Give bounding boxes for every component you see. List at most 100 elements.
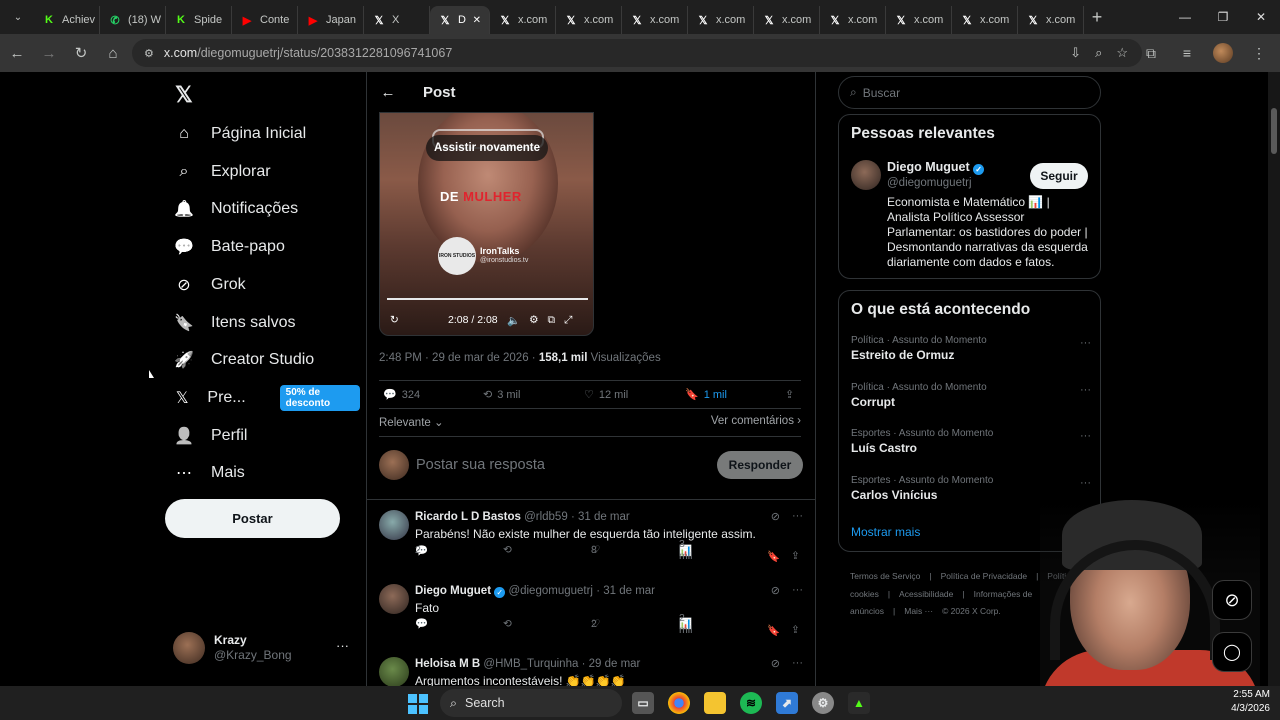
reply-tweet[interactable]: Ricardo L D Bastos @rldb59 · 31 de mar ⊘ ·… xyxy=(367,510,815,582)
more-dots-icon[interactable]: ··· xyxy=(1080,430,1091,442)
browser-tab[interactable]: 𝕏x.com xyxy=(1018,6,1084,34)
browser-tab[interactable]: 𝕏x.com xyxy=(886,6,952,34)
reply-input[interactable]: Postar sua resposta xyxy=(416,457,545,473)
reload-button[interactable]: ↻ xyxy=(66,38,96,68)
account-switcher[interactable]: Krazy @Krazy_Bong ··· xyxy=(173,630,353,666)
video-player[interactable]: Assistir novamente DE MULHER IRON STUDIO… xyxy=(379,112,594,336)
browser-tab[interactable]: K Achiev xyxy=(34,6,100,34)
profile-avatar[interactable] xyxy=(1210,38,1236,68)
chrome-icon[interactable] xyxy=(668,692,690,714)
app-icon[interactable]: ⬈ xyxy=(776,692,798,714)
fullscreen-icon[interactable]: ⤢ xyxy=(564,314,572,327)
footer-link[interactable]: © 2026 X Corp. xyxy=(942,606,1001,616)
x-logo-icon[interactable]: 𝕏 xyxy=(175,82,193,108)
site-info-icon[interactable]: ⚙ xyxy=(144,47,154,60)
browser-tab[interactable]: 𝕏x.com xyxy=(490,6,556,34)
replay-icon[interactable]: ↻ xyxy=(390,314,399,326)
search-input[interactable]: ⌕ Buscar xyxy=(838,76,1101,109)
sidebar-item-home[interactable]: ⌂ Página Inicial xyxy=(173,118,306,150)
address-bar[interactable]: ⚙ x.com/diegomuguetrj/status/20383122810… xyxy=(132,39,1142,67)
browser-tab[interactable]: ▶ Conte xyxy=(232,6,298,34)
spotify-icon[interactable]: ≋ xyxy=(740,692,762,714)
minimize-button[interactable]: — xyxy=(1166,0,1204,34)
task-view-icon[interactable]: ▭ xyxy=(632,692,654,714)
app-icon[interactable]: ▲ xyxy=(848,692,870,714)
reply-tweet[interactable]: Heloisa M B @HMB_Turquinha · 29 de mar ⊘ ·… xyxy=(367,657,815,686)
bookmark-icon[interactable]: 🔖 xyxy=(767,624,780,637)
trend-item[interactable]: Política · Assunto do Momento Corrupt ··· xyxy=(851,382,1091,409)
browser-tab[interactable]: 𝕏 D ✕ xyxy=(430,6,490,34)
sidebar-item-more-circle[interactable]: ⋯ Mais xyxy=(173,457,245,489)
browser-menu-icon[interactable]: ⋮ xyxy=(1246,38,1272,68)
new-tab-button[interactable]: + xyxy=(1084,7,1110,28)
avatar[interactable] xyxy=(379,657,409,686)
footer-link[interactable]: Acessibilidade xyxy=(899,589,953,599)
browser-tab[interactable]: 𝕏x.com xyxy=(820,6,886,34)
back-arrow-icon[interactable]: ← xyxy=(369,84,407,101)
trend-item[interactable]: Política · Assunto do Momento Estreito de… xyxy=(851,335,1091,362)
extensions-icon[interactable]: ⧉ xyxy=(1138,38,1164,68)
footer-link[interactable]: Mais ··· xyxy=(904,606,933,616)
browser-tab[interactable]: 𝕏x.com xyxy=(688,6,754,34)
avatar[interactable] xyxy=(379,510,409,540)
system-clock[interactable]: 2:55 AM 4/3/2026 xyxy=(1231,688,1270,716)
back-button[interactable]: ← xyxy=(2,38,32,68)
trend-item[interactable]: Esportes · Assunto do Momento Carlos Viní… xyxy=(851,475,1091,502)
video-progress-bar[interactable] xyxy=(387,298,588,300)
more-dots-icon[interactable]: ··· xyxy=(1080,337,1091,349)
settings-icon[interactable]: ⚙ xyxy=(529,314,538,327)
taskbar-search[interactable]: ⌕ Search xyxy=(440,689,622,717)
repost-action[interactable]: ⟲ 3 mil xyxy=(483,388,520,402)
more-dots-icon[interactable]: ··· xyxy=(792,584,803,597)
premium-discount-badge[interactable]: 50% de desconto xyxy=(279,384,360,411)
close-window-button[interactable]: ✕ xyxy=(1242,0,1280,34)
grok-floating-button[interactable]: ⊘ xyxy=(1212,580,1252,620)
like-action[interactable]: ♡ 12 mil xyxy=(584,388,628,402)
browser-tab[interactable]: 𝕏x.com xyxy=(556,6,622,34)
share-icon[interactable]: ⇪ xyxy=(785,388,794,401)
share-icon[interactable]: ⇪ xyxy=(791,624,800,636)
close-tab-icon[interactable]: ✕ xyxy=(473,15,481,26)
browser-tab[interactable]: 𝕏X xyxy=(364,6,430,34)
volume-icon[interactable]: 🔈 xyxy=(507,314,520,327)
share-icon[interactable]: ⇪ xyxy=(791,550,800,562)
browser-tab[interactable]: ✆ (18) W xyxy=(100,6,166,34)
browser-tab[interactable]: 𝕏x.com xyxy=(622,6,688,34)
maximize-button[interactable]: ❐ xyxy=(1204,0,1242,34)
tab-search-button[interactable]: ⌄ xyxy=(6,5,30,29)
forward-button[interactable]: → xyxy=(34,38,64,68)
sidebar-item-search[interactable]: ⌕ Explorar xyxy=(173,156,271,188)
zoom-icon[interactable]: ⌕ xyxy=(1095,45,1102,61)
media-control-icon[interactable]: ≡ xyxy=(1174,38,1200,68)
person-handle[interactable]: @diegomuguetrj xyxy=(887,177,972,189)
bookmark-star-icon[interactable]: ☆ xyxy=(1116,45,1128,61)
chat-floating-button[interactable]: ◯ xyxy=(1212,632,1252,672)
app-icon[interactable]: ⚙ xyxy=(812,692,834,714)
sidebar-item-rocket[interactable]: 🚀 Creator Studio xyxy=(173,344,314,376)
more-dots-icon[interactable]: ··· xyxy=(1080,477,1091,489)
sidebar-item-x-logo[interactable]: 𝕏 Pre... 50% de desconto xyxy=(173,382,360,414)
avatar[interactable] xyxy=(379,583,409,614)
footer-link[interactable]: Termos de Serviço xyxy=(850,571,920,581)
browser-tab[interactable]: 𝕏x.com xyxy=(754,6,820,34)
file-explorer-icon[interactable] xyxy=(704,692,726,714)
grok-icon[interactable]: ⊘ xyxy=(771,584,780,597)
person-name[interactable]: Diego Muguet ✓ xyxy=(887,160,985,175)
bookmark-action[interactable]: 🔖 1 mil xyxy=(685,388,727,402)
page-scrollbar[interactable] xyxy=(1268,72,1280,686)
windows-start-icon[interactable] xyxy=(408,694,428,714)
reply-tweet[interactable]: Diego Muguet ✓ @diegomuguetrj · 31 de ma… xyxy=(367,583,815,656)
home-button[interactable]: ⌂ xyxy=(98,38,128,68)
sidebar-item-person[interactable]: 👤 Perfil xyxy=(173,420,247,452)
sidebar-item-chat[interactable]: 💬 Bate-papo xyxy=(173,231,285,263)
footer-link[interactable]: Política de Privacidade xyxy=(941,571,1027,581)
reply-button[interactable]: Responder xyxy=(717,451,803,479)
follow-button[interactable]: Seguir xyxy=(1030,163,1088,189)
sidebar-item-grok[interactable]: ⊘ Grok xyxy=(173,269,245,301)
install-app-icon[interactable]: ⇩ xyxy=(1070,45,1081,61)
post-button[interactable]: Postar xyxy=(165,499,340,538)
browser-tab[interactable]: 𝕏x.com xyxy=(952,6,1018,34)
more-dots-icon[interactable]: ··· xyxy=(1080,384,1091,396)
more-dots-icon[interactable]: ··· xyxy=(792,510,803,523)
bookmark-icon[interactable]: 🔖 xyxy=(767,550,780,563)
